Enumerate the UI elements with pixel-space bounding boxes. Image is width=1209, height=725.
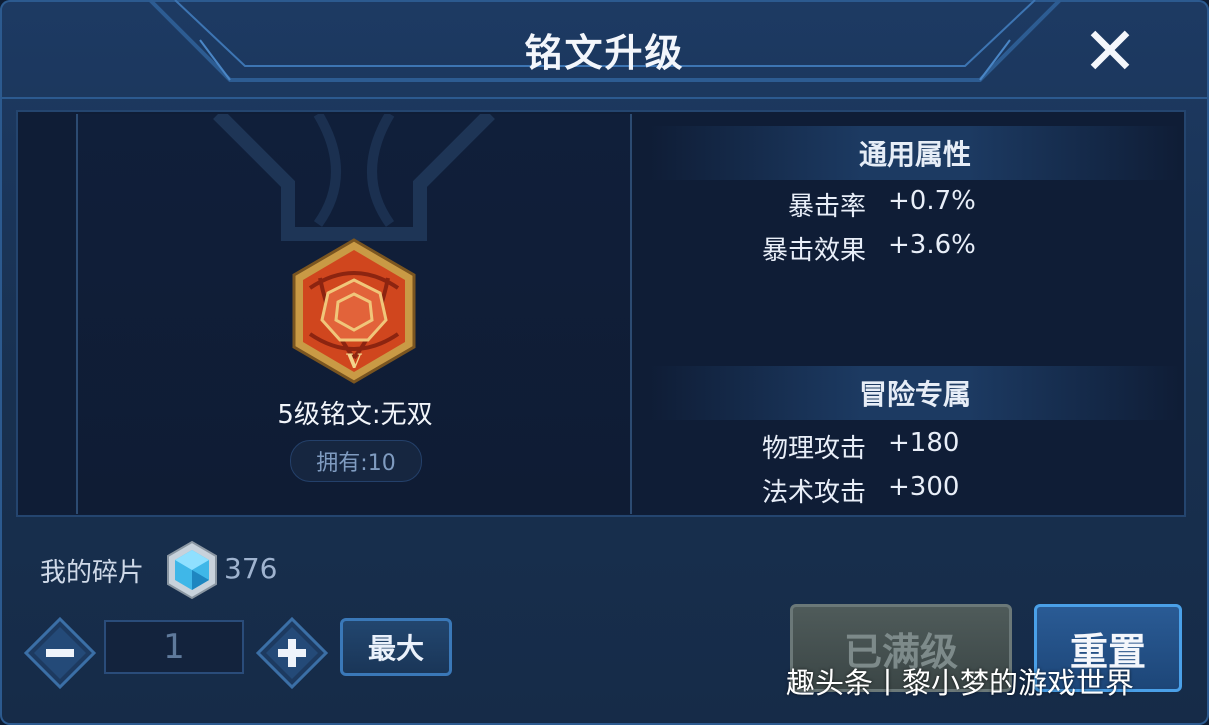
increase-button[interactable]	[256, 617, 328, 689]
decrease-button[interactable]	[24, 617, 96, 689]
close-button[interactable]: ✕	[1078, 19, 1142, 85]
watermark-text: 趣头条丨黎小梦的游戏世界	[786, 666, 1135, 700]
rune-tier-mark: V	[345, 349, 362, 373]
attr-row: 法术攻击	[618, 472, 866, 508]
attr-label: 暴击效果	[761, 236, 866, 266]
attr-row: 暴击效果	[618, 230, 866, 266]
close-icon[interactable]: ✕	[1082, 19, 1137, 85]
minus-icon[interactable]	[46, 649, 74, 657]
attr-value: +300	[888, 472, 960, 502]
quantity-input[interactable]: 1	[104, 620, 244, 674]
upgrade-dialog: 铭文升级 ✕ V 5级铭文:无双 拥有:10 通用属性 暴击率 +0.7% 暴击…	[0, 0, 1209, 725]
crystal-icon	[167, 540, 217, 600]
owned-count: 拥有:10	[290, 440, 422, 482]
general-attributes-header: 通用属性	[650, 126, 1180, 180]
attr-label: 物理攻击	[761, 434, 866, 464]
attr-label: 法术攻击	[761, 478, 866, 508]
shards-count: 376	[224, 552, 278, 585]
rune-icon: V	[292, 238, 416, 384]
shards-label: 我的碎片	[40, 558, 145, 588]
adventure-attributes-header: 冒险专属	[650, 366, 1180, 420]
attr-row: 物理攻击	[618, 428, 866, 464]
max-button[interactable]: 最大	[340, 618, 452, 676]
rune-name: 5级铭文:无双	[277, 400, 433, 430]
content-panel: V 5级铭文:无双 拥有:10 通用属性 暴击率 +0.7% 暴击效果 +3.6…	[16, 110, 1186, 517]
attr-label: 暴击率	[787, 192, 866, 222]
attr-value: +180	[888, 428, 960, 458]
attr-row: 暴击率	[618, 186, 866, 222]
dialog-header: 铭文升级 ✕	[0, 0, 1209, 100]
attr-value: +0.7%	[888, 186, 976, 216]
attr-value: +3.6%	[888, 230, 976, 260]
dialog-title: 铭文升级	[524, 31, 685, 75]
